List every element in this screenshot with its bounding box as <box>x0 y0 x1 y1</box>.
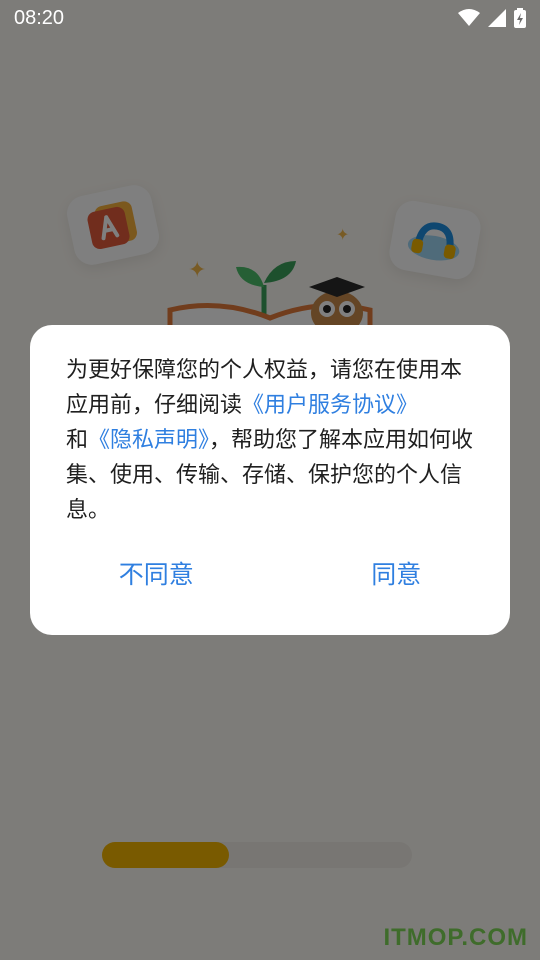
status-icons <box>458 8 526 28</box>
disagree-button[interactable]: 不同意 <box>99 551 214 595</box>
privacy-consent-dialog: 为更好保障您的个人权益，请您在使用本应用前，仔细阅读《用户服务协议》 和《隐私声明… <box>30 325 510 635</box>
cellular-signal-icon <box>488 9 506 27</box>
wifi-icon <box>458 9 480 26</box>
dialog-actions: 不同意 同意 <box>30 553 510 593</box>
status-time: 08:20 <box>14 6 65 29</box>
dialog-text-and: 和 <box>66 428 89 453</box>
agree-button[interactable]: 同意 <box>351 551 441 595</box>
status-bar: 08:20 <box>0 0 540 36</box>
battery-charging-icon <box>514 8 526 28</box>
user-agreement-link[interactable]: 《用户服务协议》 <box>242 393 418 418</box>
dialog-message: 为更好保障您的个人权益，请您在使用本应用前，仔细阅读《用户服务协议》 和《隐私声明… <box>66 353 474 528</box>
privacy-statement-link[interactable]: 《隐私声明》 <box>88 428 209 453</box>
